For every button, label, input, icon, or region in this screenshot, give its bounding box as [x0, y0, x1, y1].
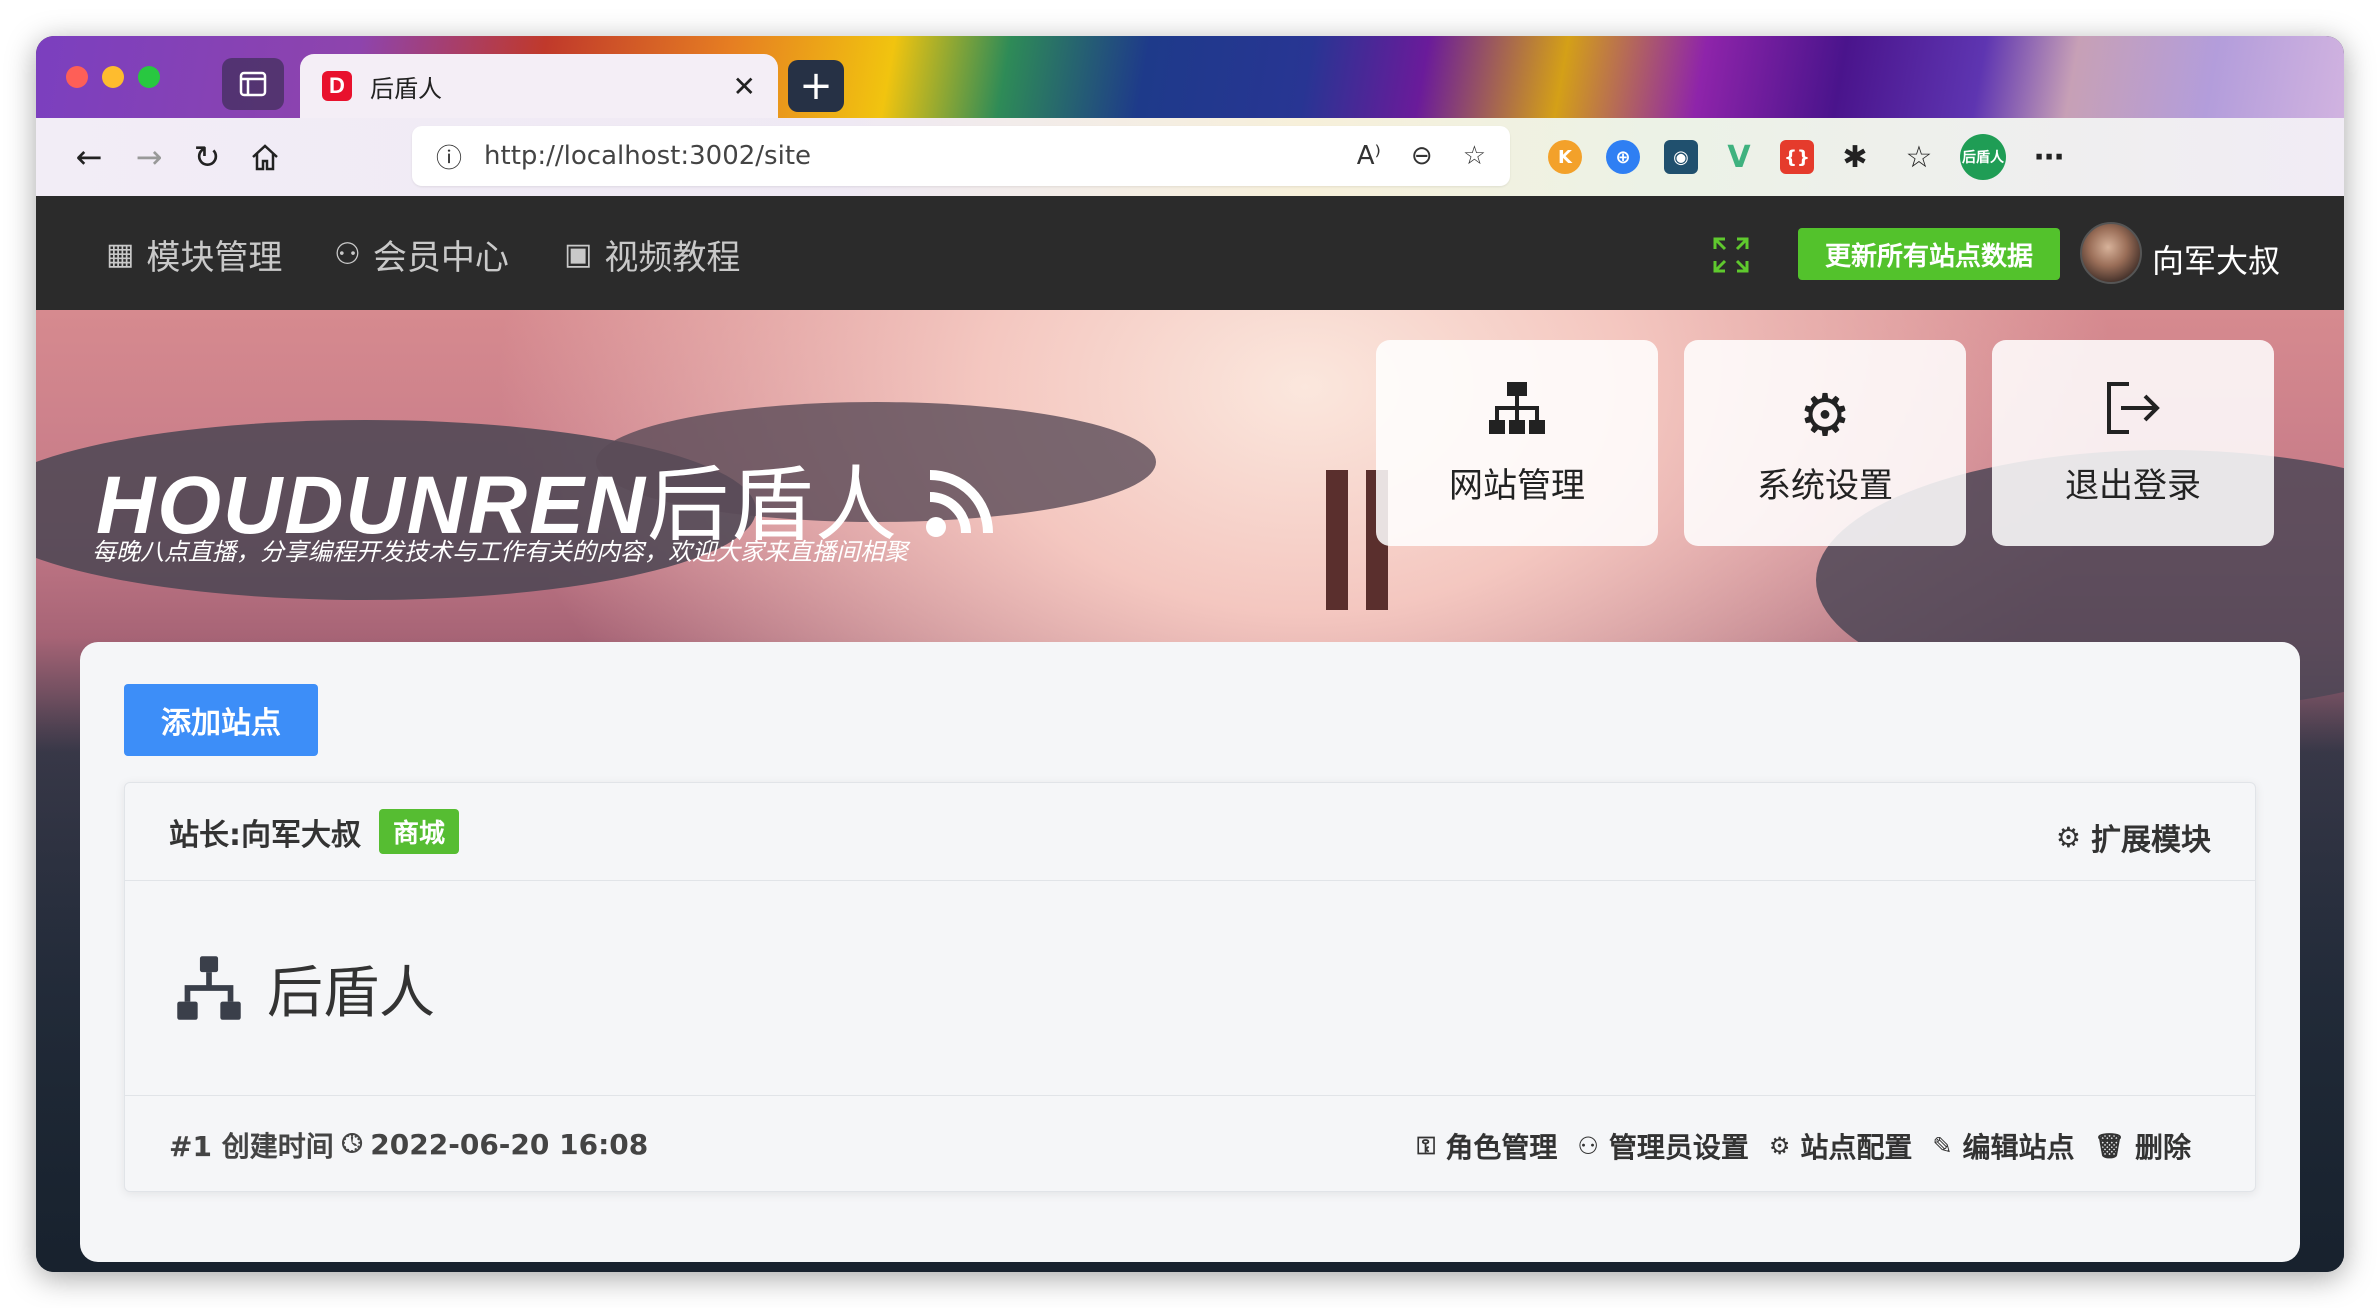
add-favorite-icon[interactable]: ☆ — [1463, 141, 1486, 171]
more-menu-icon[interactable]: ⋯ — [2032, 140, 2066, 175]
site-actions: ⚿ 角色管理 ⚇ 管理员设置 ⚙ 站点配置 ✎ 编辑站点 🗑︎ 删除 — [1397, 1126, 2191, 1166]
extensions-icon[interactable]: ✱ — [1838, 140, 1872, 175]
back-icon[interactable]: ← — [68, 136, 110, 178]
content-panel: 添加站点 站长:向军大叔 商城 ⚙ 扩展模块 后盾人 #1 创建时间 🕓︎ 20… — [80, 642, 2300, 1262]
add-site-button[interactable]: 添加站点 — [124, 684, 318, 756]
site-card-header: 站长:向军大叔 商城 ⚙ 扩展模块 — [125, 783, 2255, 881]
admin-settings-button[interactable]: ⚇ 管理员设置 — [1577, 1126, 1749, 1166]
update-all-sites-button[interactable]: 更新所有站点数据 — [1798, 228, 2060, 280]
role-management-button[interactable]: ⚿ 角色管理 — [1417, 1126, 1557, 1166]
tab-actions-icon — [239, 71, 267, 97]
zoom-icon[interactable]: ⊖ — [1411, 141, 1433, 171]
gear-icon: ⚙ — [1768, 1132, 1791, 1160]
forward-icon[interactable]: → — [128, 136, 170, 178]
rss-icon — [924, 460, 1004, 551]
user-icon: ⚇ — [334, 236, 361, 272]
browser-tab[interactable]: D 后盾人 ✕ — [300, 54, 778, 118]
extend-modules-label: 扩展模块 — [2091, 823, 2211, 858]
video-icon: ▣ — [564, 236, 593, 272]
action-label: 站点配置 — [1800, 1131, 1913, 1164]
menu-member-center[interactable]: ⚇ 会员中心 — [334, 234, 509, 278]
menu-label: 会员中心 — [372, 237, 509, 278]
favorites-icon[interactable]: ☆ — [1902, 140, 1936, 175]
extension-k-icon[interactable]: K — [1548, 140, 1582, 174]
logout-icon — [2103, 380, 2163, 450]
read-aloud-icon[interactable]: A⁾ — [1357, 141, 1381, 171]
refresh-icon[interactable]: ↻ — [186, 136, 228, 178]
bridge-tower — [1326, 470, 1348, 610]
site-card-footer: #1 创建时间 🕓︎ 2022-06-20 16:08 ⚿ 角色管理 ⚇ 管理员… — [125, 1095, 2255, 1193]
menu-label: 模块管理 — [146, 237, 283, 278]
edit-site-button[interactable]: ✎ 编辑站点 — [1932, 1126, 2074, 1166]
fullscreen-icon[interactable] — [1708, 232, 1754, 278]
gear-icon: ⚙ — [1799, 380, 1851, 449]
trash-icon: 🗑︎ — [2094, 1132, 2125, 1160]
new-tab-button[interactable]: + — [788, 60, 844, 112]
slogan: 每晚八点直播，分享编程开发技术与工作有关的内容，欢迎大家来直播间相聚 — [92, 538, 908, 566]
created-time: 2022-06-20 16:08 — [370, 1128, 649, 1161]
tab-close-icon[interactable]: ✕ — [733, 70, 756, 103]
menu-label: 视频教程 — [604, 237, 741, 278]
menu-module-management[interactable]: ▦ 模块管理 — [106, 234, 282, 278]
url-text[interactable]: http://localhost:3002/site — [484, 141, 1327, 171]
hero-banner: HOUDUNREN后盾人 每晚八点直播，分享编程开发技术与工作有关的内容，欢迎大… — [36, 310, 2344, 1272]
quick-link-label: 网站管理 — [1449, 465, 1585, 506]
site-card: 站长:向军大叔 商城 ⚙ 扩展模块 后盾人 #1 创建时间 🕓︎ 2022-06… — [124, 782, 2256, 1192]
clock-icon: 🕓︎ — [341, 1129, 363, 1159]
info-icon[interactable]: ⓘ — [436, 138, 462, 175]
site-type-badge: 商城 — [379, 809, 460, 854]
extension-vue-icon[interactable]: V — [1722, 140, 1756, 175]
edit-icon: ✎ — [1932, 1132, 1953, 1160]
menu-video-tutorial[interactable]: ▣ 视频教程 — [564, 234, 740, 278]
site-name[interactable]: 后盾人 — [267, 948, 435, 1029]
app-header: ▦ 模块管理 ⚇ 会员中心 ▣ 视频教程 更新所有站点数据 向军大叔 — [36, 196, 2344, 310]
close-window-button[interactable] — [66, 66, 88, 88]
quick-link-label: 退出登录 — [2065, 465, 2201, 506]
user-icon: ⚇ — [1577, 1132, 1599, 1160]
maximize-window-button[interactable] — [138, 66, 160, 88]
avatar[interactable] — [2080, 222, 2142, 284]
browser-toolbar: ← → ↻ ⓘ http://localhost:3002/site A⁾ ⊖ … — [36, 118, 2344, 196]
gear-icon: ⚙ — [2055, 820, 2081, 854]
site-meta: #1 创建时间 🕓︎ 2022-06-20 16:08 — [169, 1125, 648, 1165]
sitemap-icon — [177, 956, 241, 1020]
site-config-button[interactable]: ⚙ 站点配置 — [1769, 1126, 1913, 1166]
extension-camera-icon[interactable]: ◉ — [1664, 140, 1698, 174]
tab-title: 后盾人 — [370, 74, 442, 103]
action-label: 编辑站点 — [1962, 1131, 2075, 1164]
sitemap-icon — [1487, 380, 1547, 450]
role-icon: ⚿ — [1417, 1132, 1436, 1160]
address-bar[interactable]: ⓘ http://localhost:3002/site A⁾ ⊖ ☆ — [412, 126, 1510, 186]
site-card-body: 后盾人 — [125, 881, 2255, 1095]
tab-actions-button[interactable] — [222, 58, 284, 110]
site-owner: 站长:向军大叔 — [169, 817, 361, 853]
extension-json-icon[interactable]: {} — [1780, 140, 1814, 174]
quick-link-logout[interactable]: 退出登录 — [1992, 340, 2274, 546]
extend-modules-button[interactable]: ⚙ 扩展模块 — [2056, 815, 2211, 859]
browser-window: D 后盾人 ✕ + ← → ↻ ⓘ http://localhost:3002/… — [36, 36, 2344, 1272]
delete-site-button[interactable]: 🗑︎ 删除 — [2095, 1126, 2191, 1166]
extension-translate-icon[interactable]: ⊕ — [1606, 140, 1640, 174]
username[interactable]: 向军大叔 — [2152, 236, 2280, 282]
action-label: 管理员设置 — [1608, 1131, 1749, 1164]
profile-avatar[interactable]: 后盾人 — [1960, 134, 2006, 180]
home-icon[interactable] — [244, 136, 286, 178]
browser-titlebar: D 后盾人 ✕ + — [36, 36, 2344, 118]
quick-link-site-management[interactable]: 网站管理 — [1376, 340, 1658, 546]
quick-link-system-settings[interactable]: ⚙ 系统设置 — [1684, 340, 1966, 546]
action-label: 角色管理 — [1445, 1131, 1558, 1164]
minimize-window-button[interactable] — [102, 66, 124, 88]
favicon-icon: D — [322, 71, 352, 101]
grid-icon: ▦ — [106, 236, 135, 272]
site-id-label: #1 创建时间 — [169, 1129, 334, 1163]
action-label: 删除 — [2134, 1131, 2191, 1164]
quick-link-label: 系统设置 — [1757, 465, 1893, 506]
